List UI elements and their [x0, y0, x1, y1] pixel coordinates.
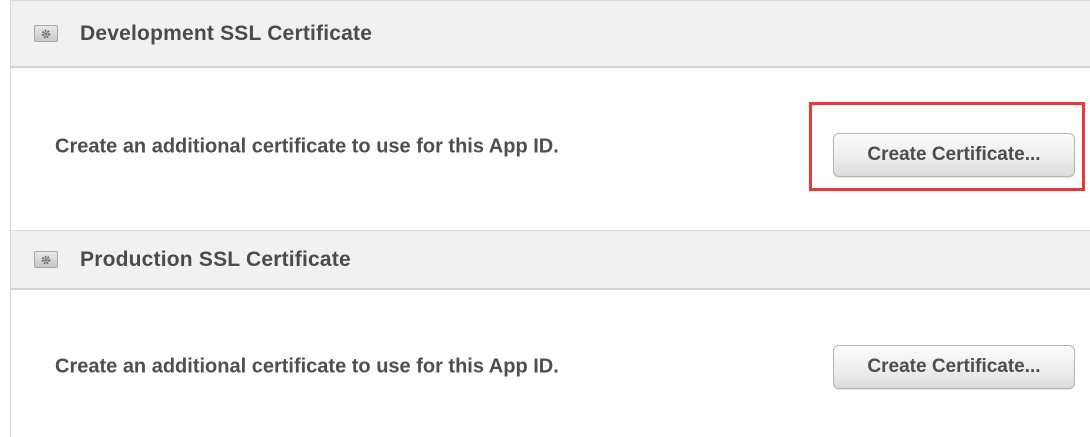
section-title: Development SSL Certificate: [80, 21, 373, 45]
section-description: Create an additional certificate to use …: [55, 355, 559, 378]
section-header: Development SSL Certificate: [11, 0, 1090, 68]
certificate-gear-icon: [34, 251, 58, 268]
certificate-gear-icon: [34, 25, 58, 42]
create-certificate-button[interactable]: Create Certificate...: [833, 345, 1075, 389]
section-description: Create an additional certificate to use …: [55, 135, 559, 158]
development-ssl-section: Development SSL Certificate Create an ad…: [10, 0, 1090, 230]
section-title: Production SSL Certificate: [80, 247, 351, 271]
section-body: Create an additional certificate to use …: [11, 290, 1090, 435]
create-certificate-button[interactable]: Create Certificate...: [833, 133, 1075, 177]
section-header: Production SSL Certificate: [11, 230, 1090, 290]
section-body: Create an additional certificate to use …: [11, 68, 1090, 228]
production-ssl-section: Production SSL Certificate Create an add…: [10, 230, 1090, 437]
